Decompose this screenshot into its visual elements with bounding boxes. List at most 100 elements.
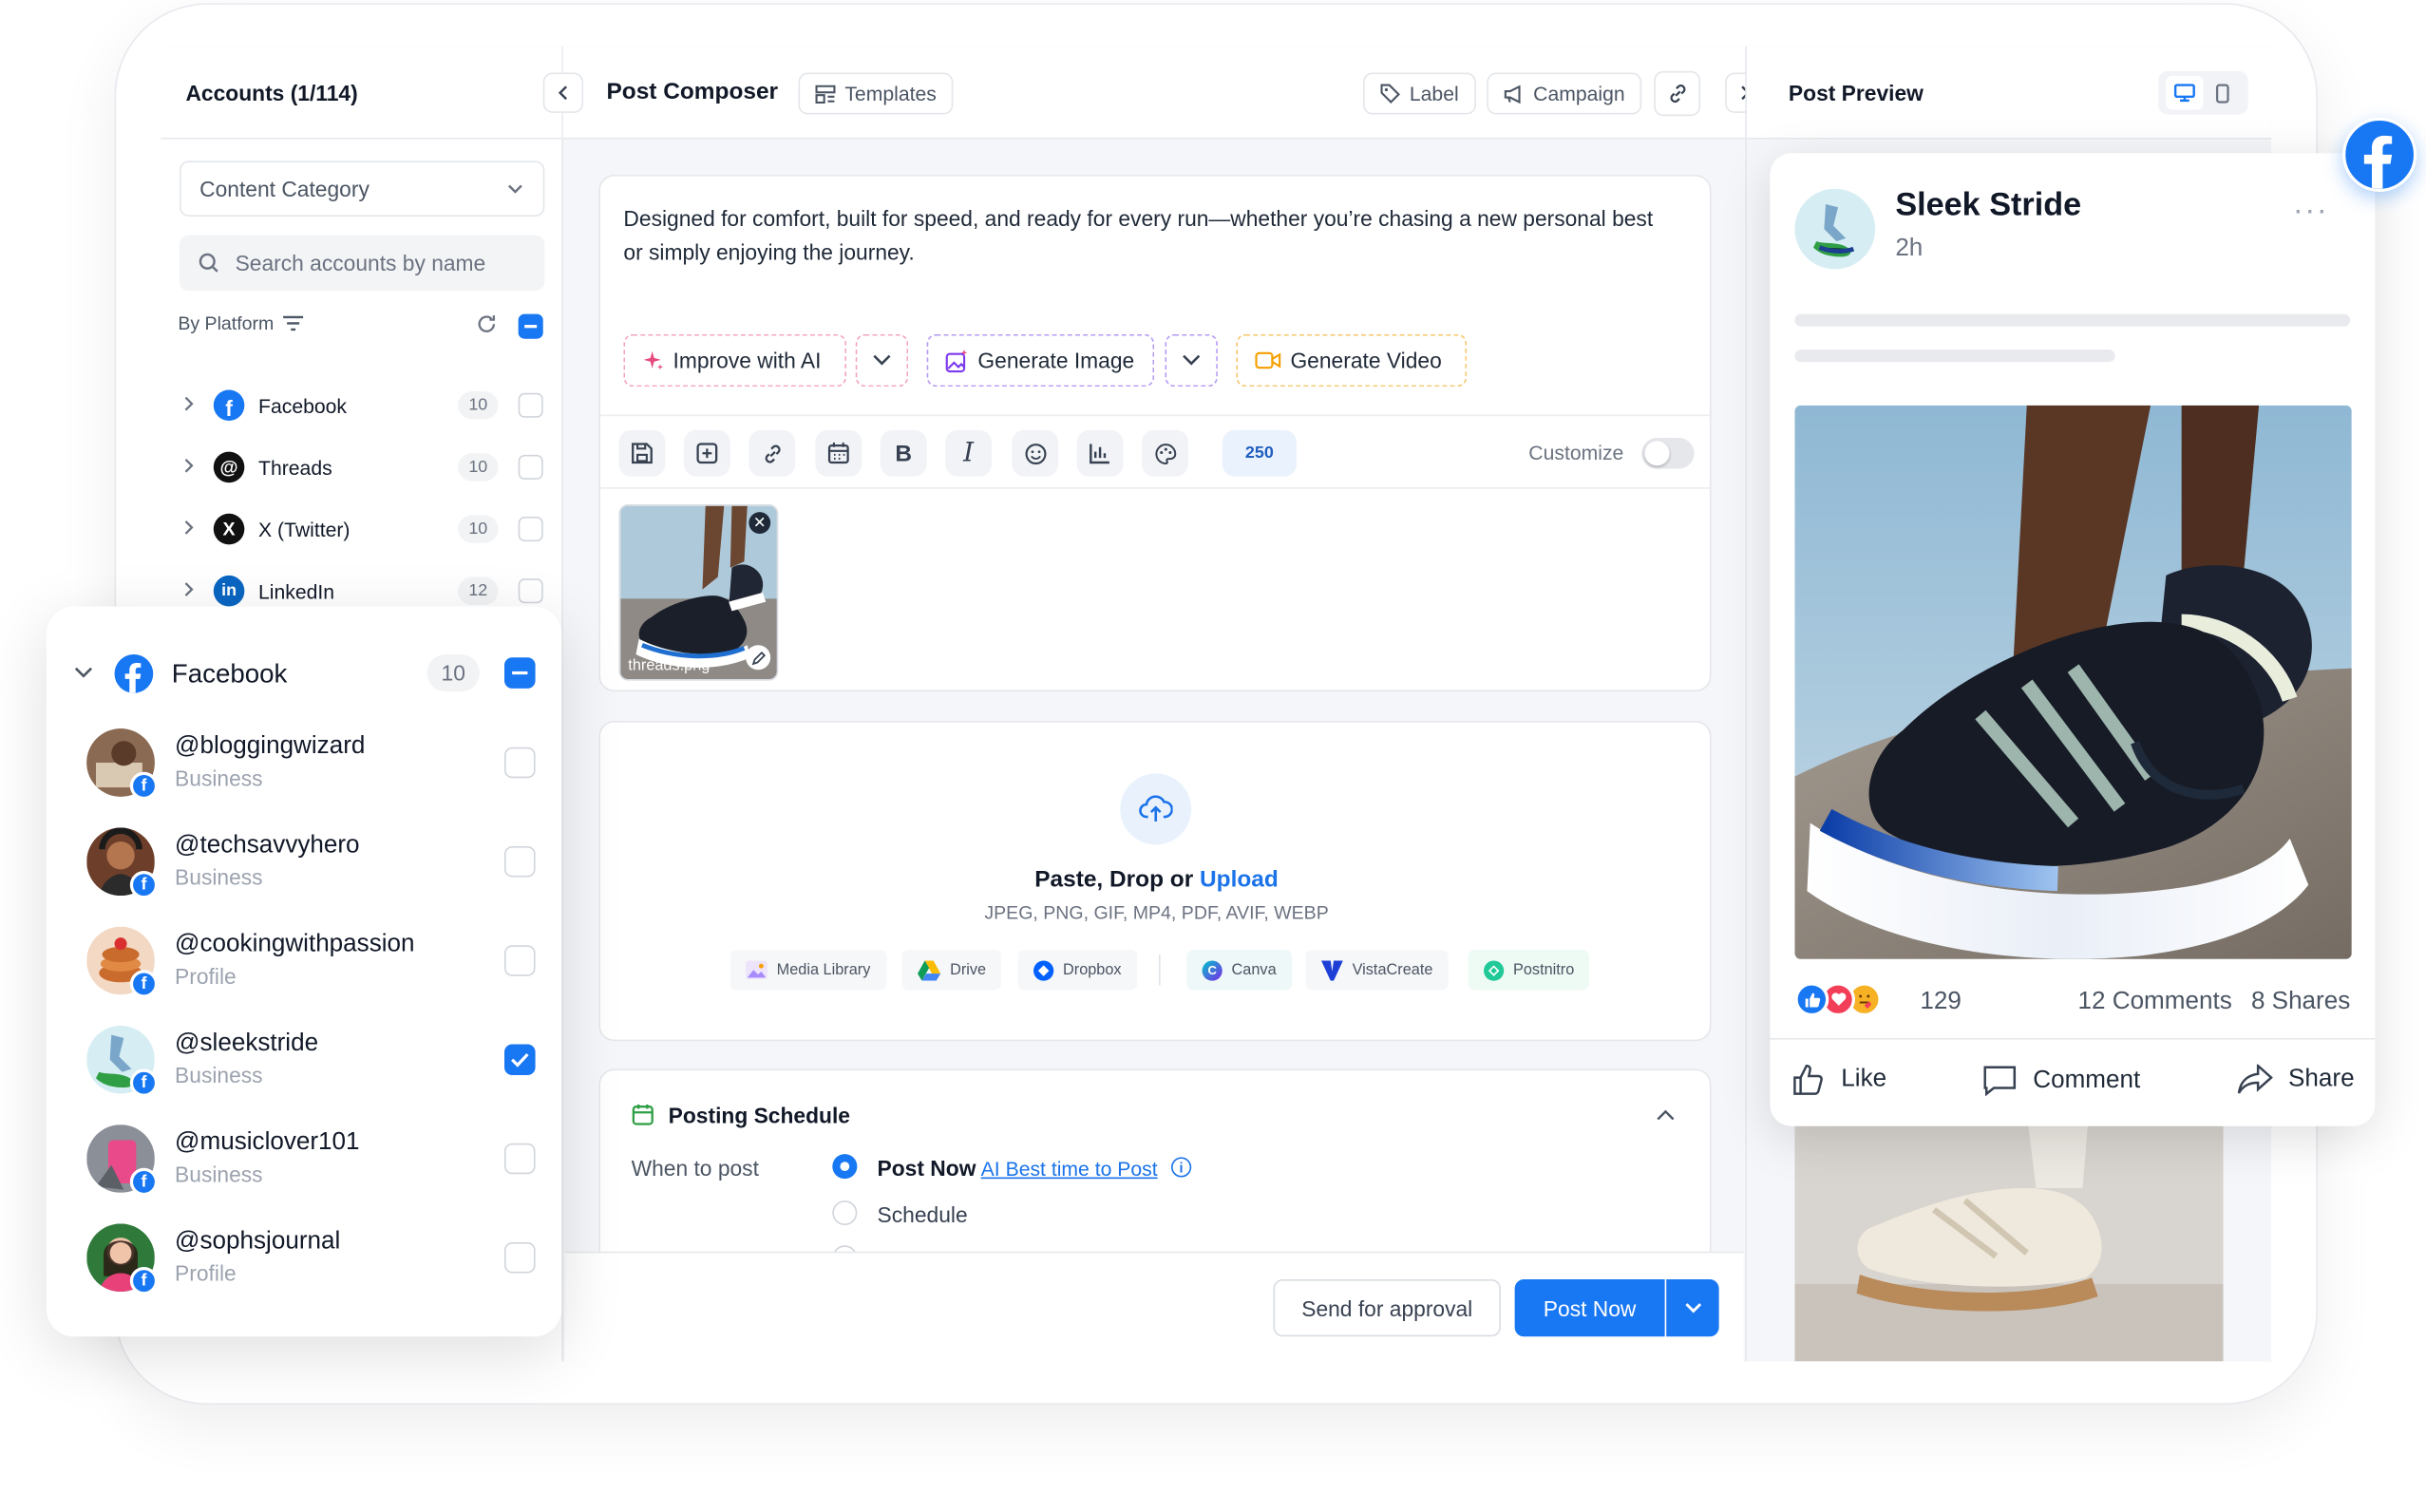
media-button[interactable]	[683, 429, 730, 477]
customize-toggle[interactable]	[1641, 437, 1695, 469]
facebook-accounts-popup: Facebook 10 f @bloggingwizard Business f…	[46, 606, 562, 1337]
insert-link-button[interactable]	[749, 429, 796, 477]
platform-row-facebook[interactable]: f Facebook 10	[161, 374, 562, 436]
account-checkbox[interactable]	[503, 1143, 536, 1175]
generate-image-button[interactable]: Generate Image	[926, 333, 1155, 387]
comments-count[interactable]: 12 Comments	[2078, 989, 2232, 1016]
bold-button[interactable]: B	[880, 429, 927, 477]
account-row[interactable]: f @musiclover101 Business	[86, 1125, 536, 1218]
calendar-button[interactable]	[815, 429, 862, 477]
account-checkbox[interactable]	[503, 845, 536, 878]
account-checkbox-checked[interactable]	[503, 1044, 536, 1076]
ai-best-time-link[interactable]: AI Best time to Post	[981, 1157, 1158, 1180]
improve-with-ai-button[interactable]: Improve with AI	[623, 333, 846, 387]
vistacreate-button[interactable]: VistaCreate	[1305, 950, 1449, 991]
chevron-down-icon	[1183, 354, 1201, 366]
canva-button[interactable]: C Canva	[1186, 950, 1292, 991]
comment-icon	[1983, 1066, 2017, 1097]
chevron-down-icon	[873, 354, 891, 366]
platform-row-x[interactable]: X X (Twitter) 10	[161, 498, 562, 559]
mobile-icon	[2215, 83, 2229, 103]
comment-action[interactable]: Comment	[1982, 1065, 2140, 1097]
facebook-icon: f	[213, 389, 245, 422]
composer-title: Post Composer	[606, 79, 779, 105]
page-avatar	[1794, 188, 1876, 270]
platform-name: LinkedIn	[258, 579, 335, 604]
edit-attachment-button[interactable]	[746, 645, 771, 671]
runner-logo-icon	[1794, 188, 1876, 270]
label-button[interactable]: Label	[1362, 72, 1476, 115]
media-library-button[interactable]: Media Library	[730, 950, 886, 991]
account-type: Profile	[175, 1260, 237, 1286]
chart-button[interactable]	[1076, 429, 1124, 477]
ai-options-dropdown[interactable]	[855, 333, 909, 387]
image-options-dropdown[interactable]	[1165, 333, 1218, 387]
video-icon	[1255, 351, 1281, 369]
account-row[interactable]: f @techsavvyhero Business	[86, 827, 536, 920]
google-drive-button[interactable]: Drive	[901, 950, 1002, 991]
templates-button[interactable]: Templates	[798, 72, 954, 115]
post-now-option[interactable]: Post Now	[878, 1156, 976, 1181]
postnitro-button[interactable]: Postnitro	[1468, 950, 1590, 991]
account-type: Profile	[175, 963, 237, 989]
send-for-approval-button[interactable]: Send for approval	[1273, 1279, 1501, 1337]
generate-video-button[interactable]: Generate Video	[1236, 333, 1468, 387]
by-platform-filter[interactable]: By Platform	[178, 312, 304, 334]
chevron-down-icon[interactable]	[74, 667, 93, 679]
like-action[interactable]: Like	[1793, 1064, 1886, 1096]
campaign-button[interactable]: Campaign	[1487, 72, 1642, 115]
remove-attachment-icon[interactable]: ✕	[749, 512, 771, 534]
account-row[interactable]: f @sleekstride Business	[86, 1025, 536, 1119]
platform-row-threads[interactable]: @ Threads 10	[161, 436, 562, 498]
desktop-view-button[interactable]	[2165, 75, 2203, 110]
more-options-icon[interactable]: ···	[2293, 194, 2328, 229]
posting-schedule-title: Posting Schedule	[668, 1103, 850, 1128]
account-checkbox[interactable]	[503, 1241, 536, 1274]
platform-name: Facebook	[258, 394, 348, 418]
schedule-radio[interactable]	[832, 1200, 858, 1226]
select-all-checkbox[interactable]	[518, 313, 543, 339]
account-checkbox[interactable]	[503, 747, 536, 779]
account-row[interactable]: f @cookingwithpassion Profile	[86, 926, 536, 1020]
upload-dropzone[interactable]: Paste, Drop or Upload JPEG, PNG, GIF, MP…	[598, 721, 1712, 1042]
content-category-dropdown[interactable]: Content Category	[179, 161, 545, 217]
post-now-button[interactable]: Post Now	[1514, 1279, 1665, 1337]
mobile-view-button[interactable]	[2204, 76, 2241, 110]
chevron-up-icon[interactable]	[1656, 1107, 1676, 1122]
palette-button[interactable]	[1142, 429, 1188, 477]
account-row[interactable]: f @sophsjournal Profile	[86, 1223, 536, 1316]
shares-count[interactable]: 8 Shares	[2251, 989, 2350, 1016]
platform-count: 10	[458, 453, 499, 482]
save-draft-button[interactable]	[618, 429, 666, 477]
platform-checkbox[interactable]	[518, 454, 543, 480]
upload-link[interactable]: Upload	[1200, 866, 1279, 893]
post-options-dropdown[interactable]	[1666, 1279, 1719, 1337]
search-accounts-field[interactable]: Search accounts by name	[179, 235, 545, 292]
calendar-icon	[632, 1104, 654, 1125]
collapse-left-button[interactable]	[542, 72, 584, 113]
account-row[interactable]: f @bloggingwizard Business	[86, 728, 536, 822]
platform-checkbox[interactable]	[518, 392, 543, 418]
upload-cloud-button[interactable]	[1120, 773, 1192, 845]
schedule-option[interactable]: Schedule	[878, 1202, 968, 1227]
share-action[interactable]: Share	[2237, 1064, 2355, 1096]
attachment-thumbnail[interactable]: ✕ threads.png	[618, 503, 779, 681]
link-icon	[1669, 85, 1685, 104]
link-button[interactable]	[1654, 70, 1701, 117]
emoji-button[interactable]	[1012, 429, 1059, 477]
template-icon	[815, 84, 836, 104]
tag-icon	[1380, 84, 1400, 104]
divider	[1770, 1037, 2376, 1040]
platform-checkbox[interactable]	[518, 517, 543, 542]
popup-select-all-checkbox[interactable]	[503, 657, 536, 689]
post-text-area[interactable]: Designed for comfort, built for speed, a…	[623, 201, 1676, 270]
refresh-icon[interactable]	[475, 312, 498, 335]
info-icon[interactable]: i	[1171, 1157, 1192, 1178]
dropbox-button[interactable]: Dropbox	[1017, 950, 1137, 991]
platform-checkbox[interactable]	[518, 578, 543, 604]
italic-button[interactable]: I	[945, 429, 993, 477]
reaction-count: 129	[1920, 988, 1962, 1015]
minus-icon	[524, 325, 538, 329]
post-now-radio[interactable]	[832, 1154, 858, 1180]
account-checkbox[interactable]	[503, 945, 536, 976]
